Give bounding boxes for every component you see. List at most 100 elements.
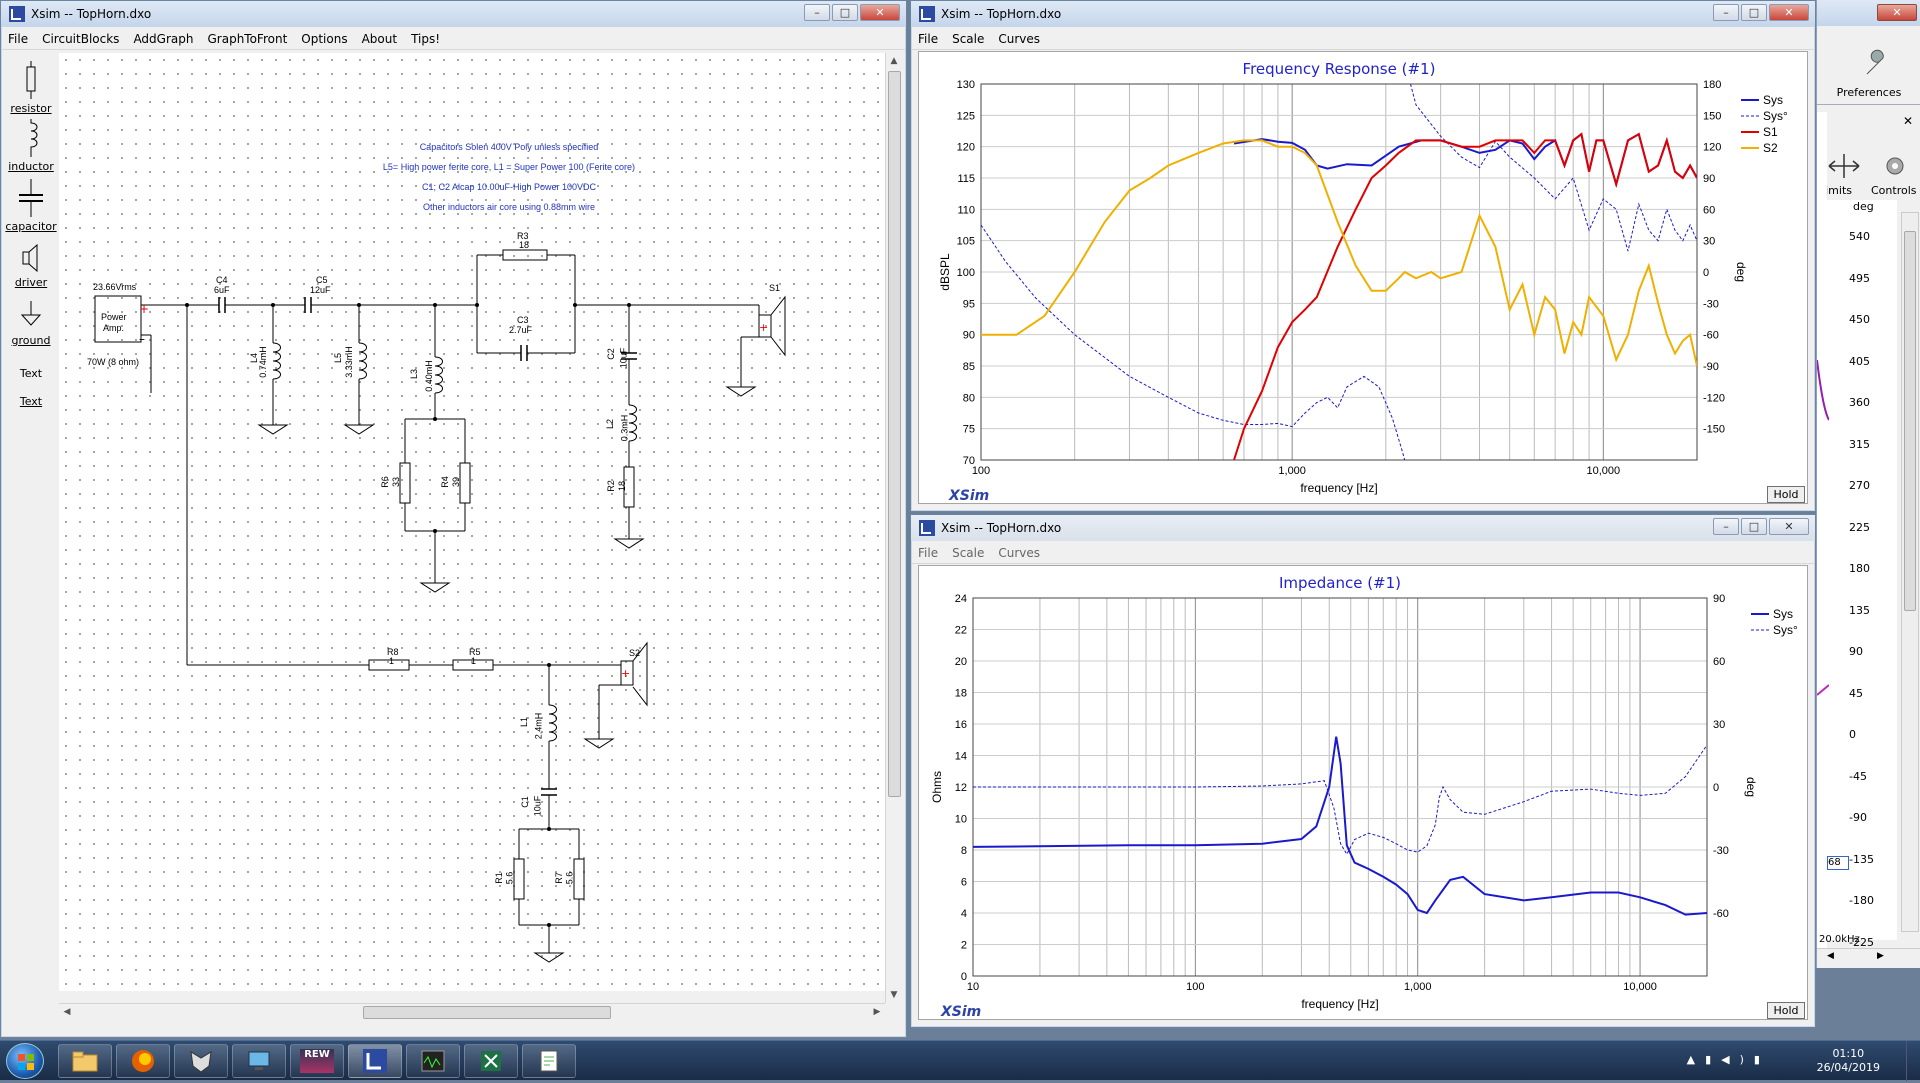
palette-capacitor[interactable]: capacitor xyxy=(3,179,59,233)
palette-text-2[interactable]: Text xyxy=(3,395,59,408)
controls-label[interactable]: Controls xyxy=(1871,184,1917,197)
scale-tick-label: -45 xyxy=(1849,769,1867,783)
freq-close-button[interactable]: ✕ xyxy=(1769,4,1809,21)
bg-close-button[interactable]: ✕ xyxy=(1877,4,1917,21)
s2-name: S2 xyxy=(629,648,641,658)
taskbar-excel[interactable] xyxy=(464,1044,518,1078)
palette-inductor[interactable]: inductor xyxy=(3,119,59,173)
menu-file[interactable]: File xyxy=(8,32,28,46)
palette-text-1[interactable]: Text xyxy=(3,367,59,380)
imp-maximize-button[interactable]: □ xyxy=(1741,518,1767,535)
freq-menu-file[interactable]: File xyxy=(918,32,938,46)
panel-close-icon[interactable]: ✕ xyxy=(1903,114,1913,128)
r4-value: 39 xyxy=(451,476,462,488)
x-tick-label: 10,000 xyxy=(1623,981,1657,993)
taskbar-xsim[interactable] xyxy=(348,1044,402,1078)
background-window: ✕ Preferences ✕ Limits Controls deg 540 4… xyxy=(1816,0,1920,968)
firefox-icon xyxy=(132,1050,154,1072)
show-desktop-button[interactable] xyxy=(1906,1041,1920,1081)
scale-value-box[interactable]: 68 xyxy=(1827,856,1849,870)
taskbar-app3[interactable] xyxy=(174,1044,228,1078)
preferences-label[interactable]: Preferences xyxy=(1817,86,1920,99)
freq-menu-scale[interactable]: Scale xyxy=(952,32,984,46)
imp-minimize-button[interactable]: – xyxy=(1713,518,1739,535)
freq-plot-area[interactable]: 70 75 80 85 90 95 100 105 110 115 120 125 130 -150 -12… xyxy=(918,51,1808,504)
imp-titlebar[interactable]: Xsim -- TopHorn.dxo – □ ✕ xyxy=(911,515,1815,541)
menu-about[interactable]: About xyxy=(362,32,397,46)
schematic-vscroll[interactable]: ▲ ▼ xyxy=(885,53,903,1003)
palette-ground[interactable]: ground xyxy=(3,301,59,347)
y-tick-label: 4 xyxy=(961,908,967,920)
menu-graphtofront[interactable]: GraphToFront xyxy=(207,32,287,46)
tray-clock[interactable]: 01:10 26/04/2019 xyxy=(1817,1047,1880,1075)
schematic-hscroll[interactable]: ◀ ▶ xyxy=(59,1003,885,1021)
taskbar-firefox[interactable] xyxy=(116,1044,170,1078)
scale-tick-label: 540 xyxy=(1849,230,1870,243)
palette-driver[interactable]: driver xyxy=(3,243,59,289)
freq-titlebar[interactable]: Xsim -- TopHorn.dxo – □ ✕ xyxy=(911,1,1815,27)
close-button[interactable]: ✕ xyxy=(860,4,900,21)
imp-menu-curves[interactable]: Curves xyxy=(998,546,1040,560)
legend-label: S1 xyxy=(1763,125,1778,139)
c2-name: C2 xyxy=(605,348,616,360)
amp-level: 23.66Vrms xyxy=(93,282,137,292)
scale-tick-label: 45 xyxy=(1849,686,1863,700)
menu-addgraph[interactable]: AddGraph xyxy=(133,32,193,46)
scale-tick-label: 450 xyxy=(1849,313,1870,326)
imp-menu-file[interactable]: File xyxy=(918,546,938,560)
scale-tick-label: 225 xyxy=(1849,520,1870,534)
rew-icon: REW xyxy=(300,1049,334,1073)
frequency-response-window: Xsim -- TopHorn.dxo – □ ✕ File Scale Curve… xyxy=(910,0,1816,512)
freq-hold-button[interactable]: Hold xyxy=(1767,486,1805,503)
taskbar-scope[interactable] xyxy=(406,1044,460,1078)
scroll-down-arrow-icon[interactable]: ▼ xyxy=(886,987,902,1003)
freq-minimize-button[interactable]: – xyxy=(1713,4,1739,21)
y-tick-label: 8 xyxy=(961,845,967,857)
menu-circuitblocks[interactable]: CircuitBlocks xyxy=(42,32,119,46)
xsim-app-icon xyxy=(919,6,935,22)
freq-maximize-button[interactable]: □ xyxy=(1741,4,1767,21)
y2-tick-label: -60 xyxy=(1703,330,1719,342)
y2-tick-label: 90 xyxy=(1713,593,1725,605)
limits-icon xyxy=(1828,154,1860,178)
menu-tips[interactable]: Tips! xyxy=(411,32,440,46)
gear-icon xyxy=(1886,157,1904,175)
scale-tick-label: 495 xyxy=(1849,271,1870,285)
schematic-titlebar[interactable]: Xsim -- TopHorn.dxo – □ ✕ xyxy=(1,1,906,27)
scroll-right-arrow-icon[interactable]: ▶ xyxy=(869,1004,885,1020)
y2-tick-label: 0 xyxy=(1713,782,1719,794)
scroll-up-arrow-icon[interactable]: ▲ xyxy=(886,53,902,69)
c5-value: 12uF xyxy=(310,285,331,295)
imp-plot-area[interactable]: 0 2 4 6 8 10 12 14 16 18 20 22 24 -60 -30 0 30 60 90 10 100 1… xyxy=(918,565,1808,1020)
hscroll-thumb[interactable] xyxy=(363,1006,611,1019)
scale-tick-label: 90 xyxy=(1849,645,1863,658)
imp-menu-scale[interactable]: Scale xyxy=(952,546,984,560)
taskbar-notepad[interactable] xyxy=(522,1044,576,1078)
freq-menu-curves[interactable]: Curves xyxy=(998,32,1040,46)
schematic-canvas[interactable]: + – + + Capacitors Solen 400V Poly unles… xyxy=(59,53,885,991)
imp-hold-button[interactable]: Hold xyxy=(1767,1002,1805,1019)
tray-icons[interactable]: ▲▮◀)▮ xyxy=(1687,1053,1770,1066)
folder-icon xyxy=(72,1051,98,1072)
taskbar-app4[interactable] xyxy=(232,1044,286,1078)
y2-tick-label: -30 xyxy=(1703,298,1719,310)
taskbar-explorer[interactable] xyxy=(58,1044,112,1078)
scale-scrollbar[interactable] xyxy=(1901,212,1919,932)
bg-hscroll[interactable]: ◀ ▶ xyxy=(1817,948,1920,968)
scale-deg-label: deg xyxy=(1853,200,1874,213)
menu-options[interactable]: Options xyxy=(301,32,347,46)
imp-close-button[interactable]: ✕ xyxy=(1769,518,1809,535)
c3-name: C3 xyxy=(517,315,529,325)
maximize-button[interactable]: □ xyxy=(832,4,858,21)
scroll-left-arrow-icon[interactable]: ◀ xyxy=(59,1004,75,1020)
minimize-button[interactable]: – xyxy=(804,4,830,21)
palette-resistor[interactable]: resistor xyxy=(3,61,59,115)
r3-value: 18 xyxy=(519,240,530,250)
vscroll-thumb[interactable] xyxy=(888,71,901,797)
series-line-S1 xyxy=(1233,132,1697,460)
start-button[interactable] xyxy=(6,1043,44,1079)
taskbar-rew[interactable]: REW xyxy=(290,1044,344,1078)
y-tick-label: 20 xyxy=(955,656,967,668)
freq-menubar: File Scale Curves xyxy=(912,28,1814,50)
y-tick-label: 90 xyxy=(963,330,975,342)
